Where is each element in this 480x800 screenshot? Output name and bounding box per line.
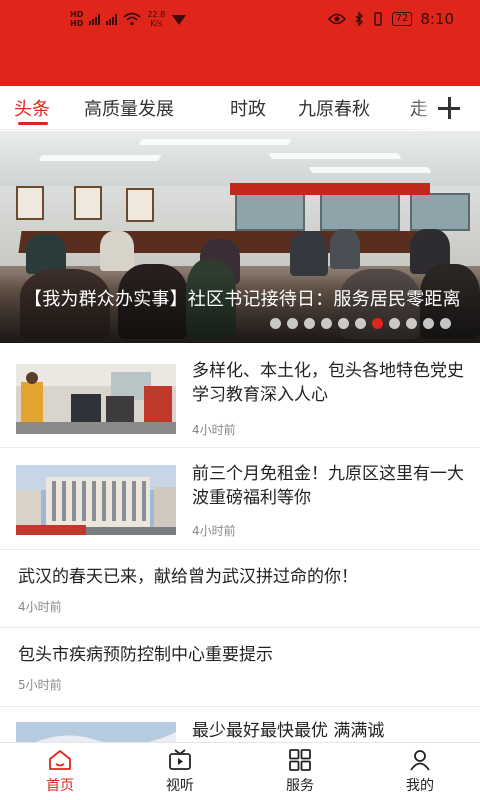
carousel-dot[interactable] xyxy=(287,318,298,329)
app-notification-icon xyxy=(172,15,187,25)
hd-indicator: HD HD xyxy=(70,10,84,28)
wifi-icon xyxy=(123,12,141,26)
eye-icon xyxy=(327,13,346,25)
nav-home-label: 首页 xyxy=(46,778,74,794)
news-time: 5小时前 xyxy=(18,678,62,692)
carousel-dot[interactable] xyxy=(338,318,349,329)
clock: 8:10 xyxy=(420,10,454,28)
nav-home[interactable]: 首页 xyxy=(20,749,100,795)
carousel-dot[interactable] xyxy=(406,318,417,329)
signal-icon xyxy=(89,13,101,25)
news-item[interactable]: 最少最好最快最优 满满诚 xyxy=(0,708,480,742)
news-title: 武汉的春天已来，献给曾为武汉拼过命的你！ xyxy=(18,567,358,587)
news-thumbnail xyxy=(16,364,176,434)
nav-mine[interactable]: 我的 xyxy=(380,749,460,795)
news-item[interactable]: 前三个月免租金！九原区这里有一大波重磅福利等你 4小时前 xyxy=(0,449,480,550)
news-title: 前三个月免租金！九原区这里有一大波重磅福利等你 xyxy=(192,464,464,508)
carousel-indicator xyxy=(270,318,451,329)
nav-video[interactable]: 视听 xyxy=(140,749,220,795)
status-left: HD HD 22.8 K/s xyxy=(70,10,187,28)
news-item[interactable]: 武汉的春天已来，献给曾为武汉拼过命的你！ 4小时前 xyxy=(0,551,480,628)
signal-icon xyxy=(106,13,118,25)
carousel-dot[interactable] xyxy=(270,318,281,329)
tab-politics[interactable]: 时政 xyxy=(230,95,266,121)
vibrate-icon xyxy=(373,12,382,26)
bottom-navigation: 首页 视听 服务 我的 xyxy=(0,742,480,800)
carousel-dot[interactable] xyxy=(423,318,434,329)
tab-jiuyuan-chunqiu[interactable]: 九原春秋 xyxy=(298,95,370,121)
news-title: 最少最好最快最优 满满诚 xyxy=(192,721,385,741)
carousel-dot[interactable] xyxy=(389,318,400,329)
network-speed: 22.8 K/s xyxy=(147,10,166,28)
news-thumbnail xyxy=(16,722,176,742)
nav-mine-label: 我的 xyxy=(406,778,434,794)
bluetooth-icon xyxy=(355,12,363,26)
news-item[interactable]: 包头市疾病预防控制中心重要提示 5小时前 xyxy=(0,629,480,707)
news-title: 包头市疾病预防控制中心重要提示 xyxy=(18,645,273,665)
news-time: 4小时前 xyxy=(192,524,236,538)
video-icon xyxy=(169,749,191,770)
tab-high-quality-development[interactable]: 高质量发展 xyxy=(84,95,174,121)
grid-icon xyxy=(289,749,311,771)
news-item[interactable]: 多样化、本土化，包头各地特色党史学习教育深入人心 4小时前 xyxy=(0,350,480,448)
channel-tabs: 头条 高质量发展 时政 九原春秋 走 xyxy=(0,86,480,130)
carousel-dot[interactable] xyxy=(304,318,315,329)
battery-indicator: 72 xyxy=(391,12,413,26)
news-thumbnail xyxy=(16,465,176,535)
status-bar: HD HD 22.8 K/s 72 8:10 xyxy=(0,0,480,86)
nav-video-label: 视听 xyxy=(166,778,194,794)
news-title: 多样化、本土化，包头各地特色党史学习教育深入人心 xyxy=(192,361,464,405)
carousel-dot[interactable] xyxy=(321,318,332,329)
status-right: 72 8:10 xyxy=(327,10,454,28)
tab-headlines[interactable]: 头条 xyxy=(14,95,50,121)
carousel-dot[interactable] xyxy=(440,318,451,329)
add-channel-icon[interactable] xyxy=(438,97,460,119)
nav-services-label: 服务 xyxy=(286,778,314,794)
news-time: 4小时前 xyxy=(192,423,236,437)
active-tab-indicator xyxy=(18,122,48,125)
nav-services[interactable]: 服务 xyxy=(260,749,340,795)
user-icon xyxy=(410,750,430,771)
carousel-dot[interactable] xyxy=(355,318,366,329)
banner-title[interactable]: 【我为群众办实事】社区书记接待日：服务居民零距离 xyxy=(24,288,464,312)
news-time: 4小时前 xyxy=(18,600,62,614)
home-icon xyxy=(49,750,71,770)
carousel-dot[interactable] xyxy=(372,318,383,329)
